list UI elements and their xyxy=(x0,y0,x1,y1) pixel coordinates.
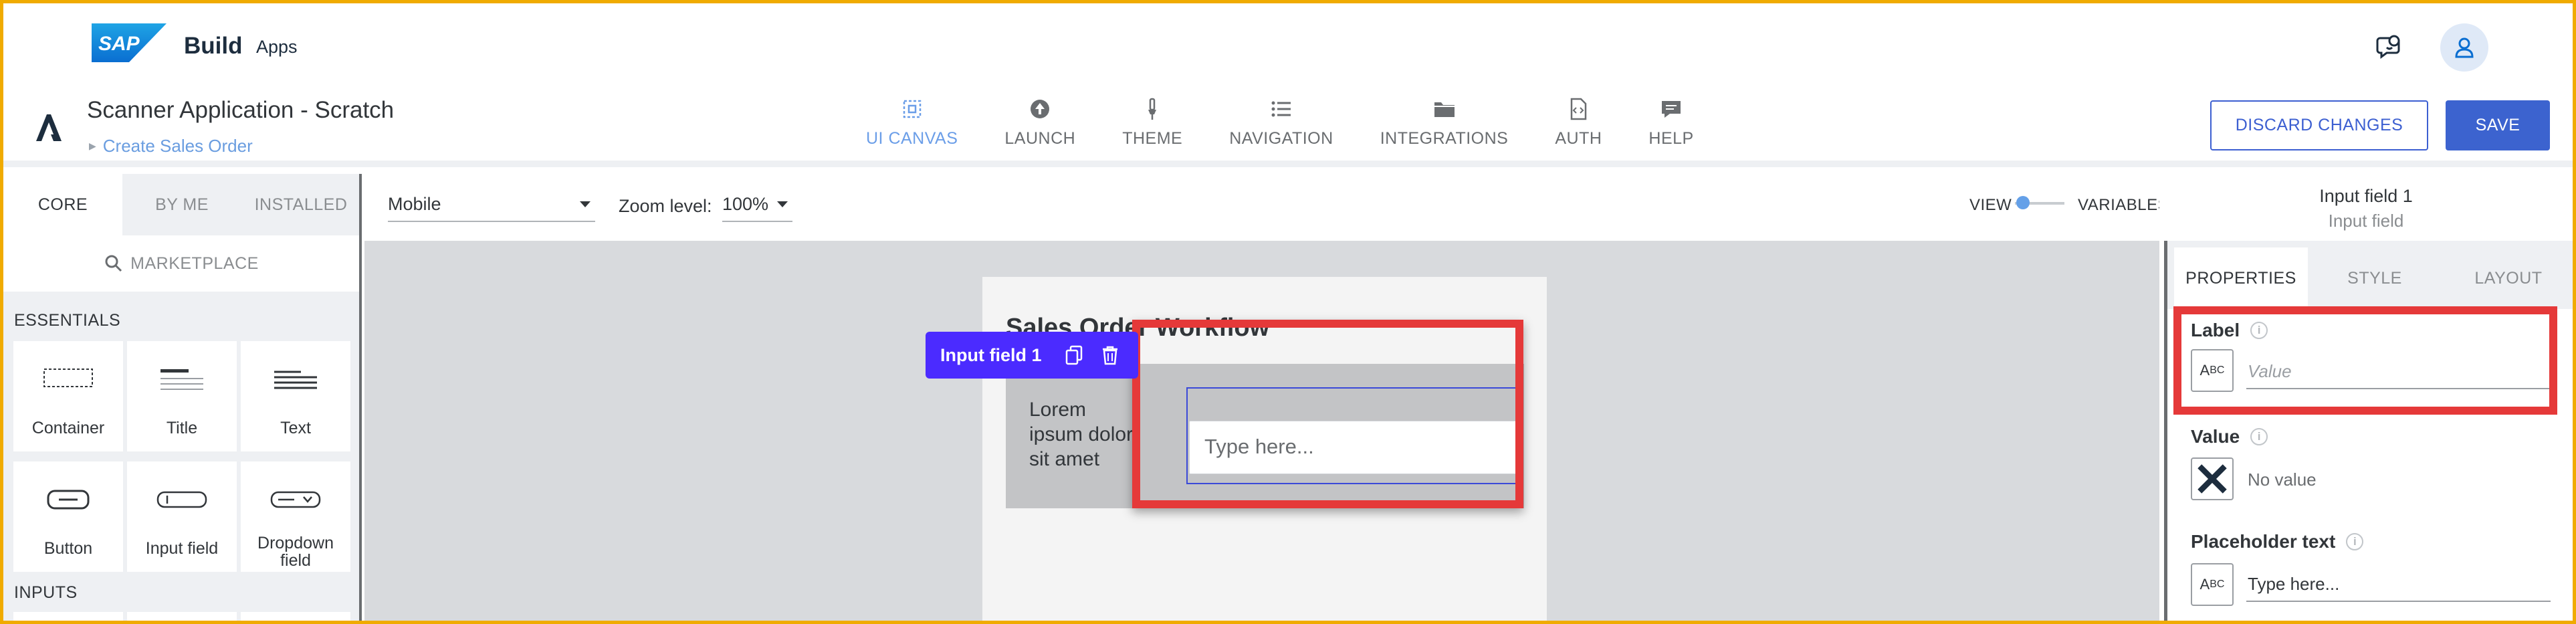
text-icon xyxy=(274,371,317,389)
selected-component-info: Input field 1 Input field xyxy=(2159,174,2573,241)
shell-bar: SAP Build Apps xyxy=(3,3,2573,87)
properties-panel: PROPERTIES STYLE LAYOUT Label i ABC Valu… xyxy=(2164,241,2576,624)
chevron-right-icon: ▶ xyxy=(89,140,96,151)
component-text[interactable]: Text xyxy=(241,341,350,451)
product-name: Build xyxy=(184,33,243,59)
toggle-knob xyxy=(2016,196,2030,209)
help-icon xyxy=(1662,101,1681,118)
component-title[interactable]: Title xyxy=(127,341,237,451)
library-tabs: CORE BY ME INSTALLED xyxy=(3,174,362,235)
integrations-icon xyxy=(1434,102,1455,117)
placeholder-input[interactable]: Type here... xyxy=(2246,562,2551,602)
section-inputs: INPUTS xyxy=(14,583,78,602)
variables-label: VARIABLES xyxy=(2078,196,2169,214)
zoom-select[interactable]: 100% xyxy=(722,194,792,222)
tab-layout[interactable]: LAYOUT xyxy=(2442,247,2575,309)
component-button[interactable]: Button xyxy=(13,461,123,572)
dropdown-field-icon xyxy=(270,491,321,508)
marketplace-link[interactable]: MARKETPLACE xyxy=(3,235,359,292)
breadcrumb[interactable]: ▶ Create Sales Order xyxy=(89,136,253,157)
selected-component-name: Input field 1 xyxy=(2319,186,2413,206)
feedback-icon[interactable] xyxy=(2376,33,2403,60)
device-select[interactable]: Mobile xyxy=(388,194,595,222)
selected-component-tag: Input field 1 xyxy=(940,344,1042,365)
view-label: VIEW xyxy=(1969,196,2012,214)
component-placeholder[interactable] xyxy=(241,612,350,624)
dropdown-caret-icon xyxy=(580,201,591,207)
title-icon xyxy=(160,369,203,390)
placeholder-property: Placeholder text i xyxy=(2191,531,2364,552)
tab-auth[interactable]: AUTH xyxy=(1555,97,1602,148)
text-component[interactable]: Lorem ipsum dolor sit amet xyxy=(1029,397,1136,472)
tab-help[interactable]: HELP xyxy=(1648,97,1693,148)
properties-tabs: PROPERTIES STYLE LAYOUT xyxy=(2174,247,2575,309)
zoom-label: Zoom level: xyxy=(619,196,712,216)
input-field-icon xyxy=(156,491,207,508)
value-display: No value xyxy=(2248,470,2317,490)
marketplace-label: MARKETPLACE xyxy=(130,253,259,273)
nav-tabs: UI CANVAS LAUNCH THEME NAVIGATION INTEGR… xyxy=(866,97,1741,148)
info-icon[interactable]: i xyxy=(2346,533,2364,550)
tab-style[interactable]: STYLE xyxy=(2308,247,2442,309)
view-variables-toggle[interactable] xyxy=(2015,196,2064,209)
breadcrumb-page[interactable]: Create Sales Order xyxy=(103,136,253,157)
sap-logo[interactable]: SAP xyxy=(92,23,167,62)
component-input-field[interactable]: Input field xyxy=(127,461,237,572)
value-property: Value i xyxy=(2191,426,2268,447)
auth-icon xyxy=(1571,98,1587,120)
tab-integrations[interactable]: INTEGRATIONS xyxy=(1380,97,1509,148)
highlight-box-input xyxy=(1132,320,1523,508)
info-icon[interactable]: i xyxy=(2250,428,2268,445)
navigation-icon xyxy=(1271,101,1291,117)
tab-properties[interactable]: PROPERTIES xyxy=(2174,247,2308,309)
tab-core[interactable]: CORE xyxy=(3,174,122,235)
theme-icon xyxy=(1148,98,1157,120)
text-binding-icon[interactable]: ABC xyxy=(2191,563,2234,606)
product-subname: Apps xyxy=(256,37,298,57)
tab-ui-canvas[interactable]: UI CANVAS xyxy=(866,97,958,148)
launch-icon xyxy=(1031,100,1050,118)
ui-canvas-icon xyxy=(903,100,921,118)
no-value-binding-icon[interactable] xyxy=(2191,457,2234,500)
component-placeholder[interactable] xyxy=(13,612,123,624)
selected-component-type: Input field xyxy=(2328,211,2404,231)
tab-by-me[interactable]: BY ME xyxy=(122,174,241,235)
container-icon xyxy=(43,369,93,387)
user-icon xyxy=(2455,37,2474,58)
component-container[interactable]: Container xyxy=(13,341,123,451)
component-placeholder[interactable] xyxy=(127,612,237,624)
section-essentials: ESSENTIALS xyxy=(14,311,121,330)
tab-installed[interactable]: INSTALLED xyxy=(241,174,360,235)
user-avatar[interactable] xyxy=(2440,23,2488,72)
component-dropdown-field[interactable]: Dropdown field xyxy=(241,461,350,572)
discard-changes-button[interactable]: DISCARD CHANGES xyxy=(2210,100,2428,150)
component-library-panel: CORE BY ME INSTALLED MARKETPLACE ESSENTI… xyxy=(3,174,362,624)
save-button[interactable]: SAVE xyxy=(2446,100,2550,150)
duplicate-icon[interactable] xyxy=(1065,345,1083,365)
app-title: Scanner Application - Scratch xyxy=(87,97,395,123)
tab-launch[interactable]: LAUNCH xyxy=(1004,97,1075,148)
dropdown-caret-icon xyxy=(777,201,788,207)
svg-text:SAP: SAP xyxy=(98,33,140,55)
app-header: Scanner Application - Scratch ▶ Create S… xyxy=(3,87,2573,167)
delete-icon[interactable] xyxy=(1101,345,1119,365)
appgyver-logo-icon[interactable] xyxy=(33,109,68,144)
tab-navigation[interactable]: NAVIGATION xyxy=(1229,97,1333,148)
search-icon xyxy=(105,255,122,272)
selected-component-toolbar: Input field 1 xyxy=(926,332,1138,379)
tab-theme[interactable]: THEME xyxy=(1122,97,1182,148)
highlight-box-label xyxy=(2173,306,2557,415)
button-icon xyxy=(47,490,90,510)
canvas-toolbar: Mobile Zoom level: 100% VIEW VARIABLES xyxy=(364,174,2169,241)
